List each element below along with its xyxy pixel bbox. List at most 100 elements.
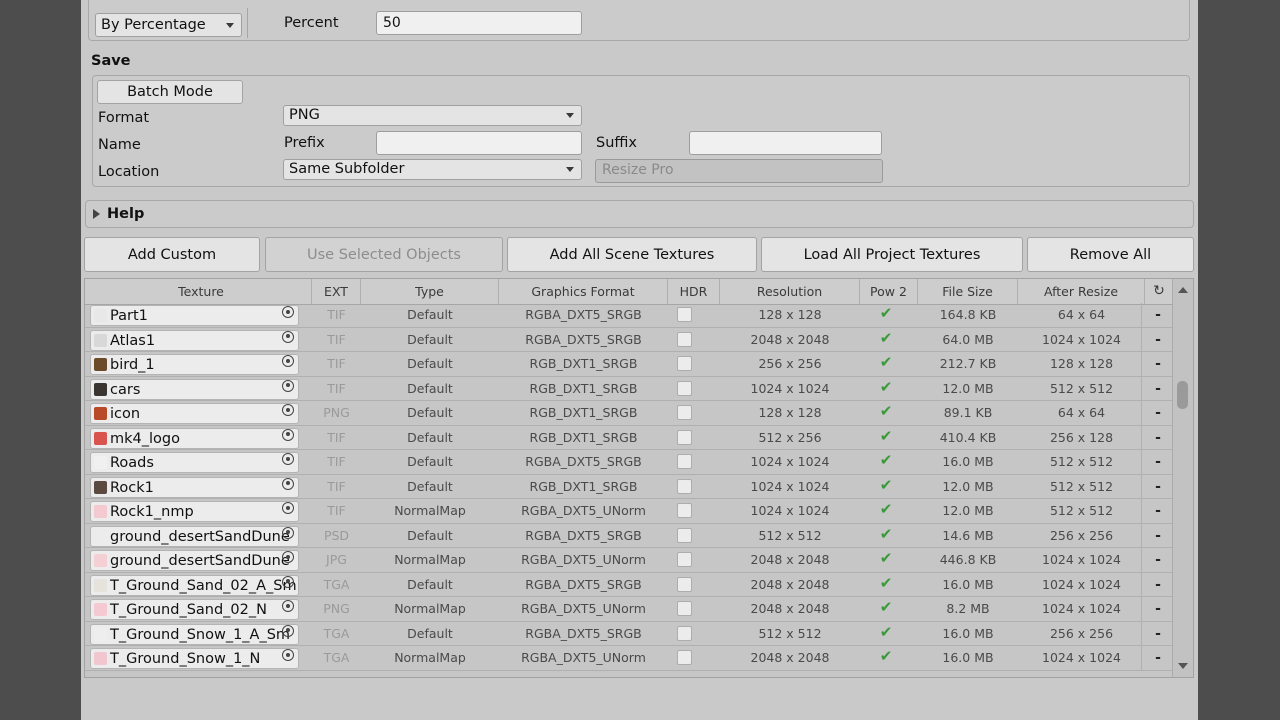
object-picker-icon[interactable]: [282, 428, 294, 441]
texture-object-field[interactable]: Part1: [90, 305, 299, 326]
table-row[interactable]: Rock1_nmp TIF NormalMap RGBA_DXT5_UNorm 1024…: [85, 499, 1173, 524]
column-header-graphics-format[interactable]: Graphics Format: [499, 279, 668, 304]
help-title[interactable]: Help: [107, 206, 144, 222]
table-row[interactable]: T_Ground_Sand_02_A_Sm TGA Default RGBA_DXT5…: [85, 572, 1174, 597]
texture-object-field[interactable]: icon: [90, 403, 299, 424]
texture-object-field[interactable]: ground_desertSandDune: [90, 550, 299, 571]
location-dropdown[interactable]: Same Subfolder: [283, 159, 582, 180]
suffix-input[interactable]: [689, 131, 882, 155]
hdr-checkbox[interactable]: [677, 331, 692, 347]
help-foldout[interactable]: [85, 200, 1194, 228]
column-header-hdr[interactable]: HDR: [668, 279, 720, 304]
column-header-ext[interactable]: EXT: [312, 279, 361, 304]
remove-row-button[interactable]: -: [1141, 572, 1174, 597]
vertical-scrollbar[interactable]: [1172, 279, 1193, 677]
table-row[interactable]: icon PNG Default RGB_DXT1_SRGB 128 x 128 ✔ 89.…: [85, 401, 1173, 426]
remove-row-button[interactable]: -: [1141, 425, 1174, 450]
texture-object-field[interactable]: Rock1_nmp: [90, 501, 299, 522]
texture-object-field[interactable]: cars: [90, 378, 299, 400]
texture-object-field[interactable]: Roads: [90, 452, 299, 473]
table-row[interactable]: T_Ground_Snow_1_N TGA NormalMap RGBA_DXT5_U…: [85, 646, 1173, 671]
hdr-checkbox[interactable]: [677, 356, 692, 371]
remove-row-button[interactable]: -: [1141, 499, 1174, 523]
remove-row-button[interactable]: -: [1141, 621, 1174, 646]
hdr-checkbox[interactable]: [677, 478, 692, 494]
hdr-checkbox[interactable]: [677, 380, 692, 396]
texture-object-field[interactable]: T_Ground_Snow_1_A_Sm: [90, 623, 299, 645]
scroll-down-arrow-icon[interactable]: [1178, 663, 1188, 669]
column-header-resolution[interactable]: Resolution: [720, 279, 860, 304]
refresh-icon[interactable]: ↻: [1145, 279, 1173, 304]
texture-object-field[interactable]: T_Ground_Sand_02_A_Sm: [90, 574, 299, 596]
hdr-checkbox[interactable]: [677, 503, 692, 518]
expand-arrow-icon[interactable]: [93, 209, 100, 219]
remove-row-button[interactable]: -: [1141, 352, 1174, 376]
scrollbar-thumb[interactable]: [1177, 381, 1188, 409]
table-row[interactable]: Part1 TIF Default RGBA_DXT5_SRGB 128 x 128 ✔ 1…: [85, 303, 1173, 328]
table-row[interactable]: T_Ground_Sand_02_N PNG NormalMap RGBA_DXT5_…: [85, 597, 1173, 622]
table-row[interactable]: ground_desertSandDune JPG NormalMap RGBA_DX…: [85, 548, 1173, 573]
object-picker-icon[interactable]: [282, 453, 294, 465]
object-picker-icon[interactable]: [282, 355, 294, 367]
texture-object-field[interactable]: Rock1: [90, 476, 299, 498]
hdr-checkbox[interactable]: [677, 405, 692, 420]
object-picker-icon[interactable]: [282, 330, 294, 343]
add-all-scene-textures-button[interactable]: Add All Scene Textures: [507, 237, 757, 272]
object-picker-icon[interactable]: [282, 600, 294, 612]
remove-row-button[interactable]: -: [1141, 327, 1174, 352]
remove-all-button[interactable]: Remove All: [1027, 237, 1194, 272]
texture-object-field[interactable]: bird_1: [90, 354, 299, 375]
object-picker-icon[interactable]: [282, 502, 294, 514]
column-header-after-resize[interactable]: After Resize: [1018, 279, 1145, 304]
remove-row-button[interactable]: -: [1141, 597, 1174, 621]
column-header-type[interactable]: Type: [361, 279, 499, 304]
texture-object-field[interactable]: T_Ground_Sand_02_N: [90, 599, 299, 620]
remove-row-button[interactable]: -: [1141, 548, 1174, 572]
object-picker-icon[interactable]: [282, 526, 294, 539]
table-row[interactable]: bird_1 TIF Default RGB_DXT1_SRGB 256 x 256 ✔ 2…: [85, 352, 1173, 377]
hdr-checkbox[interactable]: [677, 601, 692, 616]
remove-row-button[interactable]: -: [1141, 303, 1174, 327]
batch-mode-button[interactable]: Batch Mode: [97, 80, 243, 104]
remove-row-button[interactable]: -: [1141, 474, 1174, 499]
table-row[interactable]: Rock1 TIF Default RGB_DXT1_SRGB 1024 x 1024 ✔…: [85, 474, 1174, 499]
object-picker-icon[interactable]: [282, 624, 294, 637]
texture-object-field[interactable]: T_Ground_Snow_1_N: [90, 648, 299, 669]
object-picker-icon[interactable]: [282, 306, 294, 318]
prefix-input[interactable]: [376, 131, 582, 155]
table-row[interactable]: T_Ground_Snow_1_A_Sm TGA Default RGBA_DXT5_…: [85, 621, 1174, 646]
load-all-project-textures-button[interactable]: Load All Project Textures: [761, 237, 1023, 272]
object-picker-icon[interactable]: [282, 404, 294, 416]
table-row[interactable]: mk4_logo TIF Default RGB_DXT1_SRGB 512 x 256…: [85, 425, 1174, 450]
remove-row-button[interactable]: -: [1141, 401, 1174, 425]
remove-row-button[interactable]: -: [1141, 376, 1174, 401]
hdr-checkbox[interactable]: [677, 429, 692, 445]
object-picker-icon[interactable]: [282, 477, 294, 490]
hdr-checkbox[interactable]: [677, 454, 692, 469]
table-row[interactable]: cars TIF Default RGB_DXT1_SRGB 1024 x 1024 ✔ 1…: [85, 376, 1174, 401]
column-header-pow2[interactable]: Pow 2: [860, 279, 918, 304]
resize-mode-dropdown[interactable]: By Percentage: [95, 13, 242, 37]
scroll-up-arrow-icon[interactable]: [1178, 287, 1188, 293]
table-row[interactable]: ground_desertSandDune PSD Default RGBA_DXT5…: [85, 523, 1174, 548]
remove-row-button[interactable]: -: [1141, 646, 1174, 670]
hdr-checkbox[interactable]: [677, 625, 692, 641]
texture-object-field[interactable]: mk4_logo: [90, 427, 299, 449]
column-header-file-size[interactable]: File Size: [918, 279, 1018, 304]
remove-row-button[interactable]: -: [1141, 450, 1174, 474]
percent-input[interactable]: 50: [376, 11, 582, 35]
hdr-checkbox[interactable]: [677, 576, 692, 592]
object-picker-icon[interactable]: [282, 649, 294, 661]
table-row[interactable]: Atlas1 TIF Default RGBA_DXT5_SRGB 2048 x 204…: [85, 327, 1174, 352]
format-dropdown[interactable]: PNG: [283, 105, 582, 126]
add-custom-button[interactable]: Add Custom: [84, 237, 260, 272]
object-picker-icon[interactable]: [282, 379, 294, 392]
column-header-texture[interactable]: Texture: [91, 279, 312, 304]
object-picker-icon[interactable]: [282, 551, 294, 563]
table-row[interactable]: Roads TIF Default RGBA_DXT5_SRGB 1024 x 1024…: [85, 450, 1173, 475]
object-picker-icon[interactable]: [282, 575, 294, 588]
remove-row-button[interactable]: -: [1141, 523, 1174, 548]
hdr-checkbox[interactable]: [677, 650, 692, 665]
hdr-checkbox[interactable]: [677, 307, 692, 322]
texture-object-field[interactable]: ground_desertSandDune: [90, 525, 299, 547]
